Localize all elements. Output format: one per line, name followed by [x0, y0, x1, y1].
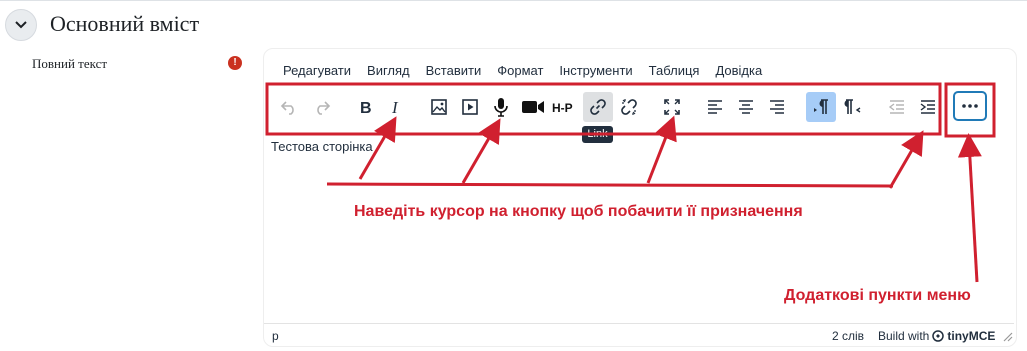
tinymce-branding[interactable]: Build with tinyMCE [878, 329, 995, 343]
link-icon [590, 99, 606, 115]
undo-button[interactable] [274, 92, 304, 122]
menu-help[interactable]: Довідка [715, 62, 762, 80]
chevron-down-icon [15, 21, 27, 29]
insert-media-button[interactable] [455, 92, 485, 122]
italic-button[interactable]: I [381, 92, 411, 122]
more-menu-button[interactable] [953, 91, 987, 121]
video-camera-icon [522, 101, 544, 113]
h5p-icon: H-P [552, 101, 573, 114]
align-center-icon [739, 100, 753, 114]
more-menu-annotation: Додаткові пункти меню [784, 287, 971, 304]
undo-icon [280, 101, 294, 115]
editor-menubar: Редагувати Вигляд Вставити Формат Інстру… [283, 62, 778, 80]
indent-icon [920, 100, 935, 114]
microphone-icon [494, 98, 508, 117]
align-left-button[interactable] [700, 92, 730, 122]
element-path[interactable]: p [272, 329, 279, 343]
rtl-button[interactable] [838, 92, 868, 122]
insert-h5p-button[interactable]: H-P [550, 92, 580, 122]
fullscreen-icon [664, 99, 680, 115]
section-title: Основний вміст [50, 11, 200, 36]
required-icon: ! [228, 56, 242, 70]
image-icon [431, 99, 447, 115]
collapse-section-button[interactable] [5, 9, 37, 41]
media-icon [462, 99, 478, 115]
tinymce-brand: tinyMCE [947, 329, 996, 343]
top-divider [0, 0, 1027, 1]
menu-insert[interactable]: Вставити [426, 62, 482, 80]
link-tooltip: Link [582, 126, 613, 143]
svg-text:I: I [391, 98, 399, 116]
menu-table[interactable]: Таблиця [649, 62, 700, 80]
bold-icon: B [360, 100, 372, 116]
insert-image-button[interactable] [424, 92, 454, 122]
redo-button[interactable] [307, 92, 337, 122]
unlink-icon [621, 99, 637, 115]
fullscreen-button[interactable] [657, 92, 687, 122]
statusbar-divider [264, 323, 1014, 324]
align-left-icon [708, 100, 722, 114]
editor-content[interactable]: Тестова сторінка [271, 139, 373, 154]
italic-icon: I [391, 98, 399, 116]
indent-button[interactable] [913, 92, 943, 122]
word-count[interactable]: 2 слів [832, 329, 864, 343]
h5p-label: H-P [552, 101, 573, 114]
record-audio-button[interactable] [486, 92, 516, 122]
bold-button[interactable]: B [350, 92, 380, 122]
ltr-button[interactable] [806, 92, 836, 122]
outdent-button[interactable] [882, 92, 912, 122]
more-icon [962, 104, 978, 108]
align-right-button[interactable] [762, 92, 792, 122]
record-video-button[interactable] [518, 92, 548, 122]
build-with-label: Build with [878, 329, 930, 343]
tinymce-logo-icon [932, 330, 945, 342]
menu-edit[interactable]: Редагувати [283, 62, 351, 80]
unlink-button[interactable] [614, 92, 644, 122]
outdent-icon [889, 100, 904, 114]
menu-view[interactable]: Вигляд [367, 62, 410, 80]
redo-icon [317, 101, 331, 115]
menu-format[interactable]: Формат [497, 62, 543, 80]
field-label: Повний текст [32, 56, 108, 71]
link-button[interactable] [583, 92, 613, 122]
menu-tools[interactable]: Інструменти [559, 62, 632, 80]
align-center-button[interactable] [731, 92, 761, 122]
ltr-icon [814, 99, 828, 114]
hover-hint-annotation: Наведіть курсор на кнопку щоб побачити ї… [354, 203, 803, 220]
resize-handle-icon[interactable] [1003, 332, 1013, 342]
svg-text:B: B [360, 100, 372, 116]
align-right-icon [770, 100, 784, 114]
rtl-icon [844, 99, 861, 114]
